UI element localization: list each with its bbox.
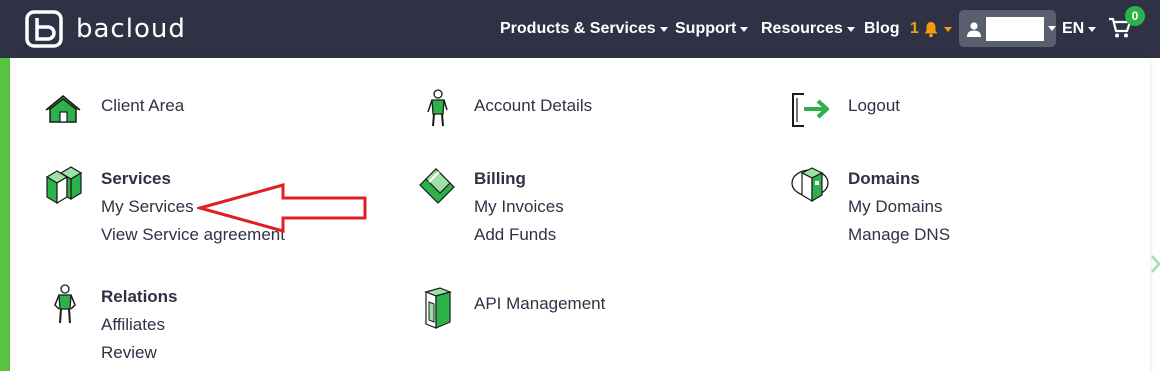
- chevron-right-icon: [1151, 255, 1160, 273]
- nav-support-label: Support: [675, 20, 737, 37]
- add-funds-link[interactable]: Add Funds: [474, 221, 564, 249]
- notifications-dropdown[interactable]: 1: [910, 0, 952, 58]
- menu-item-account-details[interactable]: Account Details: [416, 88, 592, 132]
- person-icon: [427, 89, 448, 127]
- person-icon: [54, 284, 76, 324]
- api-door-icon: [424, 287, 452, 329]
- brand-name: bacloud: [76, 14, 186, 44]
- affiliates-link[interactable]: Affiliates: [101, 311, 178, 339]
- redacted-username: [986, 16, 1044, 41]
- menu-item-logout[interactable]: Logout: [790, 92, 900, 136]
- chevron-down-icon: [659, 26, 668, 32]
- payment-card-icon: [419, 168, 455, 204]
- chevron-down-icon: [1088, 26, 1097, 32]
- language-selector[interactable]: EN: [1062, 0, 1097, 58]
- domains-globe-icon: [791, 167, 829, 203]
- notifications-count: 1: [910, 20, 919, 37]
- menu-group-title: Domains: [848, 169, 920, 188]
- nav-products-label: Products & Services: [500, 20, 656, 37]
- menu-item-client-area[interactable]: Client Area: [43, 92, 184, 136]
- nav-products-services[interactable]: Products & Services: [500, 0, 668, 58]
- menu-group-billing: Billing My Invoices Add Funds: [416, 165, 564, 249]
- menu-item-label: Account Details: [474, 96, 593, 115]
- chevron-down-icon: [740, 26, 749, 32]
- menu-group-title: Relations: [101, 287, 178, 306]
- menu-group-domains: Domains My Domains Manage DNS: [790, 165, 950, 249]
- servers-icon: [45, 166, 83, 205]
- cart-count-badge: 0: [1125, 6, 1145, 26]
- brand-logo[interactable]: bacloud: [25, 10, 186, 48]
- nav-support[interactable]: Support: [675, 0, 749, 58]
- language-label: EN: [1062, 20, 1085, 37]
- annotation-arrow: [197, 183, 367, 233]
- nav-blog-label: Blog: [864, 20, 900, 37]
- menu-group-relations: Relations Affiliates Review: [43, 283, 178, 367]
- my-invoices-link[interactable]: My Invoices: [474, 193, 564, 221]
- menu-item-api-management[interactable]: API Management: [416, 286, 605, 330]
- menu-group-title: Billing: [474, 169, 526, 188]
- review-link[interactable]: Review: [101, 339, 178, 367]
- user-account-button[interactable]: [959, 10, 1056, 47]
- chevron-down-icon: [943, 26, 952, 32]
- page-accent-bar: [0, 58, 10, 371]
- bell-icon: [924, 22, 938, 38]
- bacloud-logo-icon: [25, 10, 63, 48]
- nav-resources[interactable]: Resources: [761, 0, 855, 58]
- home-icon: [45, 95, 81, 123]
- menu-item-label: API Management: [474, 294, 606, 313]
- nav-resources-label: Resources: [761, 20, 843, 37]
- user-icon: [967, 21, 981, 37]
- chevron-down-icon: [1048, 26, 1056, 31]
- nav-blog[interactable]: Blog: [864, 0, 900, 58]
- top-navbar: bacloud Products & Services Support Reso…: [0, 0, 1160, 58]
- menu-item-label: Client Area: [101, 96, 185, 115]
- chevron-down-icon: [846, 26, 855, 32]
- manage-dns-link[interactable]: Manage DNS: [848, 221, 950, 249]
- menu-item-label: Logout: [848, 96, 900, 115]
- logout-icon: [792, 93, 829, 127]
- my-domains-link[interactable]: My Domains: [848, 193, 950, 221]
